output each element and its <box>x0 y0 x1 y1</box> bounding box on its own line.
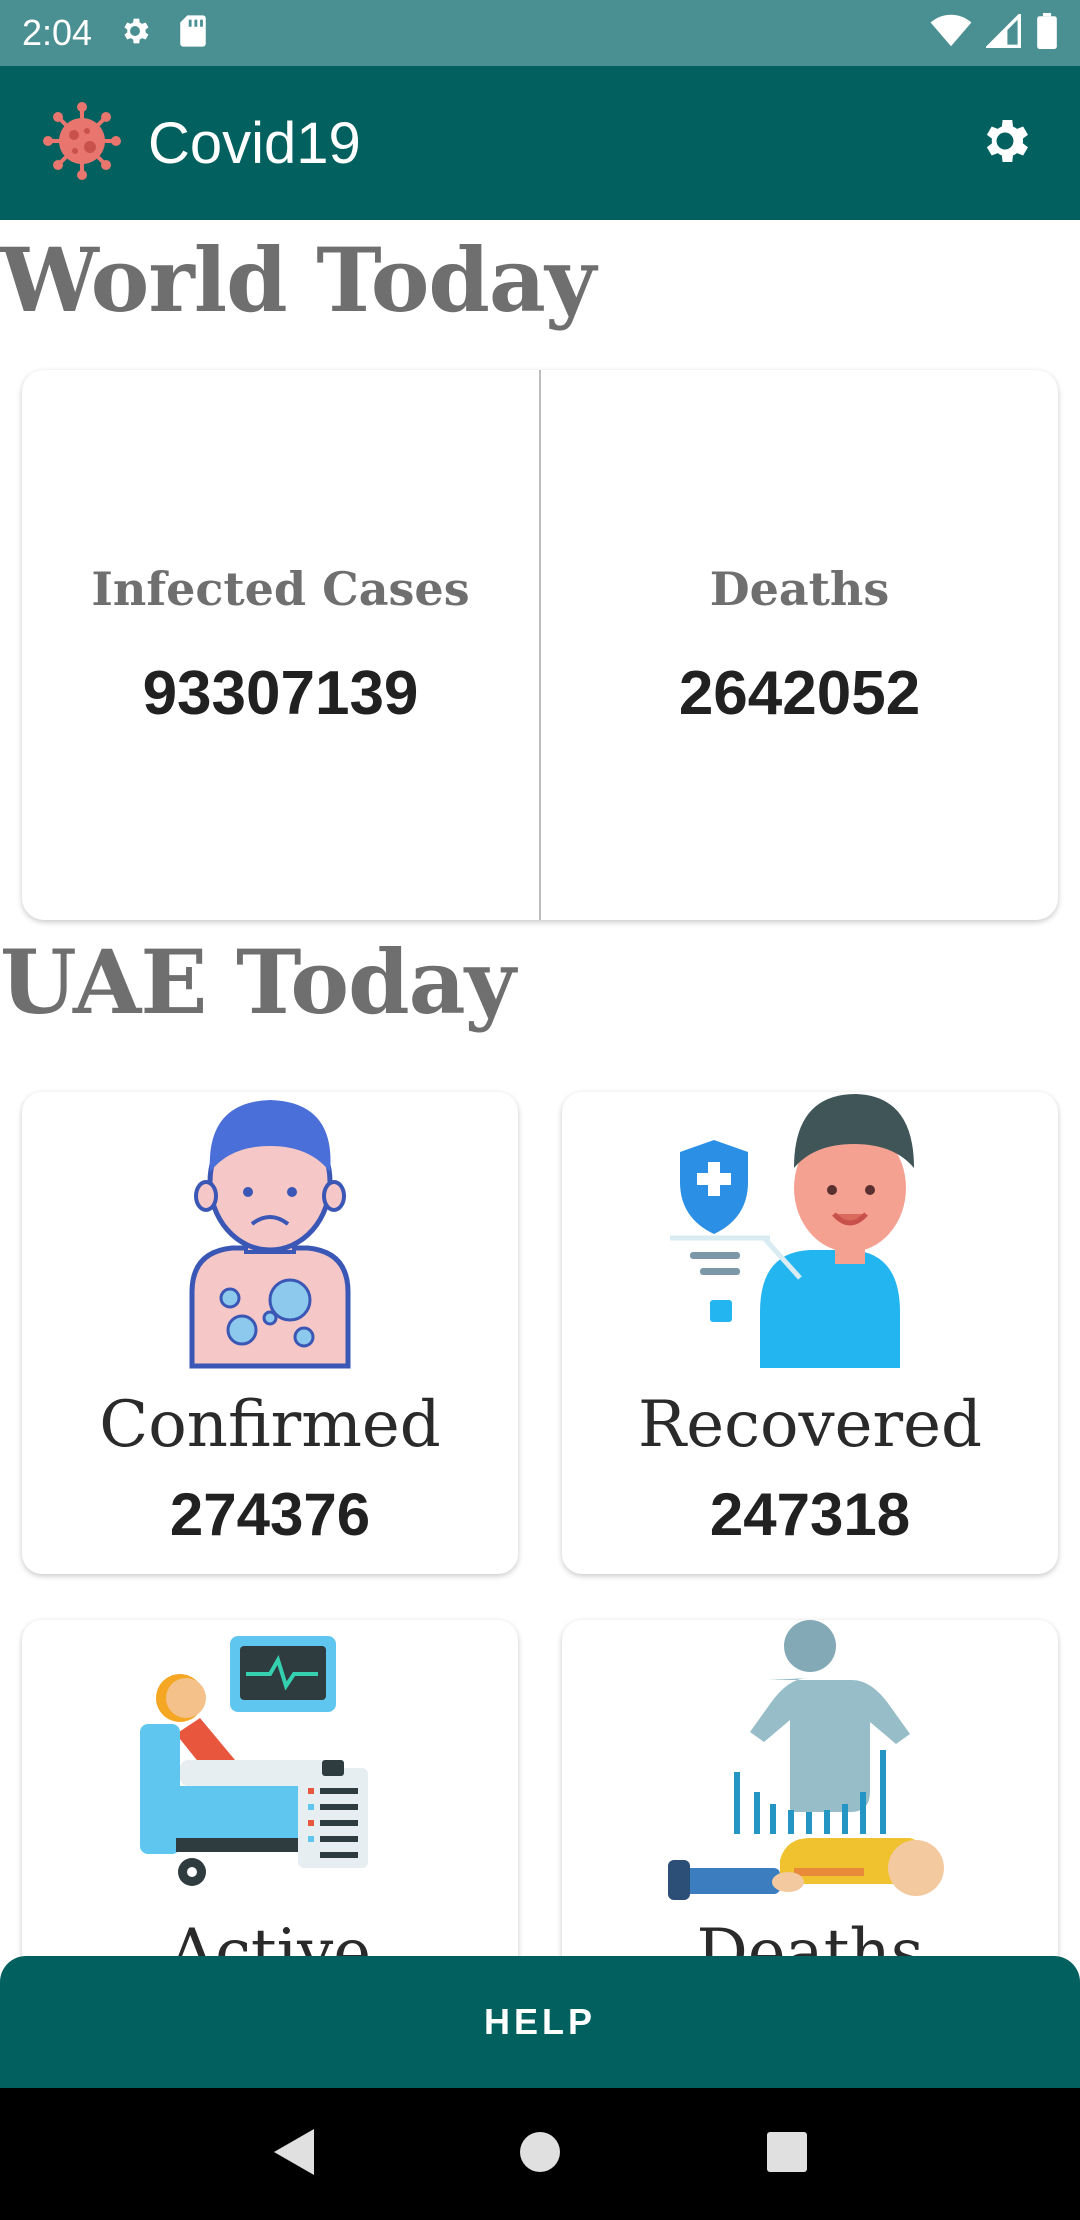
settings-status-icon <box>118 14 152 53</box>
recovered-label: Recovered <box>638 1388 982 1462</box>
hospital-bed-icon <box>120 1620 420 1900</box>
back-triangle-icon <box>270 2127 316 2182</box>
confirmed-label: Confirmed <box>99 1388 441 1462</box>
recovered-value: 247318 <box>709 1481 911 1548</box>
infected-cases-label: Infected Cases <box>91 561 470 616</box>
app-title: Covid19 <box>148 110 361 176</box>
recents-square-icon <box>765 2130 809 2179</box>
world-deaths-value: 2642052 <box>678 658 921 728</box>
world-deaths-label: Deaths <box>709 561 890 616</box>
confirmed-value: 274376 <box>169 1481 371 1548</box>
recovered-card[interactable]: Recovered 247318 <box>562 1092 1058 1574</box>
help-button[interactable]: HELP <box>0 1956 1080 2088</box>
cell-signal-icon <box>984 11 1022 53</box>
battery-icon <box>1036 12 1058 54</box>
app-bar: Covid19 <box>0 66 1080 220</box>
back-button[interactable] <box>263 2124 323 2184</box>
infected-cases-value: 93307139 <box>142 658 419 728</box>
world-stats-card: Infected Cases 93307139 Deaths 2642052 <box>22 370 1058 920</box>
home-circle-icon <box>518 2130 562 2179</box>
status-bar: 2:04 <box>0 0 1080 66</box>
world-infected-panel: Infected Cases 93307139 <box>22 370 539 920</box>
recovered-person-icon <box>660 1092 960 1372</box>
navigation-bar <box>0 2088 1080 2220</box>
home-button[interactable] <box>510 2124 570 2184</box>
gear-icon <box>976 112 1034 175</box>
wifi-icon <box>930 14 972 53</box>
status-time: 2:04 <box>22 12 93 53</box>
uae-today-heading: UAE Today <box>0 930 516 1034</box>
recents-button[interactable] <box>757 2124 817 2184</box>
deceased-person-icon <box>660 1620 960 1900</box>
app-screen: 2:04 Covid19 World Today Infected Cases … <box>0 0 1080 2220</box>
world-deaths-panel: Deaths 2642052 <box>541 370 1058 920</box>
sick-person-icon <box>120 1092 420 1372</box>
settings-button[interactable] <box>970 108 1040 178</box>
sd-card-icon <box>178 14 208 53</box>
world-today-heading: World Today <box>0 228 596 332</box>
confirmed-card[interactable]: Confirmed 274376 <box>22 1092 518 1574</box>
virus-logo-icon <box>40 99 124 188</box>
